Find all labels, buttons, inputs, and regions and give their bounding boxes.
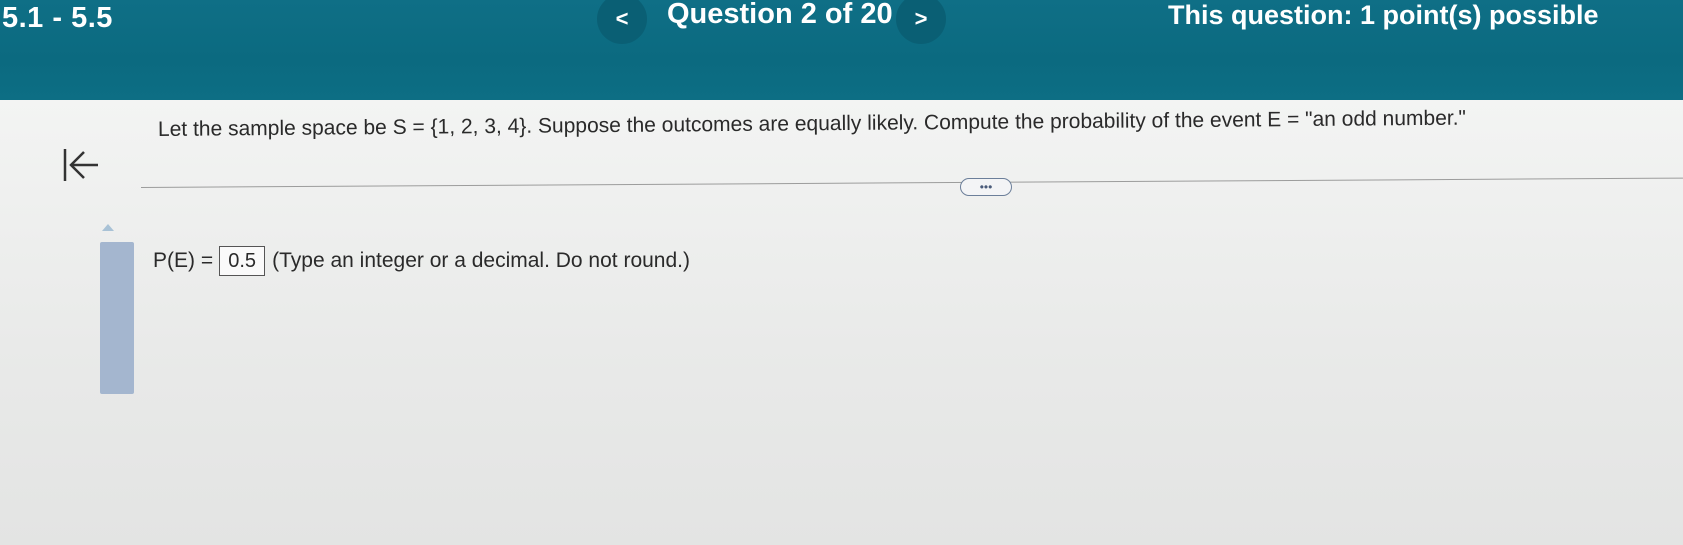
scroll-up-icon[interactable] [102,224,114,231]
answer-instruction: (Type an integer or a decimal. Do not ro… [272,249,690,272]
answer-label: P(E) = [153,249,214,272]
scrollbar-thumb[interactable] [100,242,134,394]
question-pane [0,100,1683,545]
next-question-button[interactable]: > [896,0,946,44]
answer-input[interactable]: 0.5 [219,246,266,276]
answer-row: P(E) = 0.5 (Type an integer or a decimal… [153,246,690,276]
points-possible: This question: 1 point(s) possible [1168,0,1599,30]
back-to-start-icon[interactable] [62,147,100,183]
header-bar: 5.1 - 5.5 < Question 2 of 20 > This ques… [0,0,1683,106]
section-title: 5.1 - 5.5 [2,2,113,34]
question-counter[interactable]: Question 2 of 20 [667,0,893,31]
show-more-button[interactable]: ••• [960,178,1012,196]
previous-question-button[interactable]: < [597,0,647,44]
